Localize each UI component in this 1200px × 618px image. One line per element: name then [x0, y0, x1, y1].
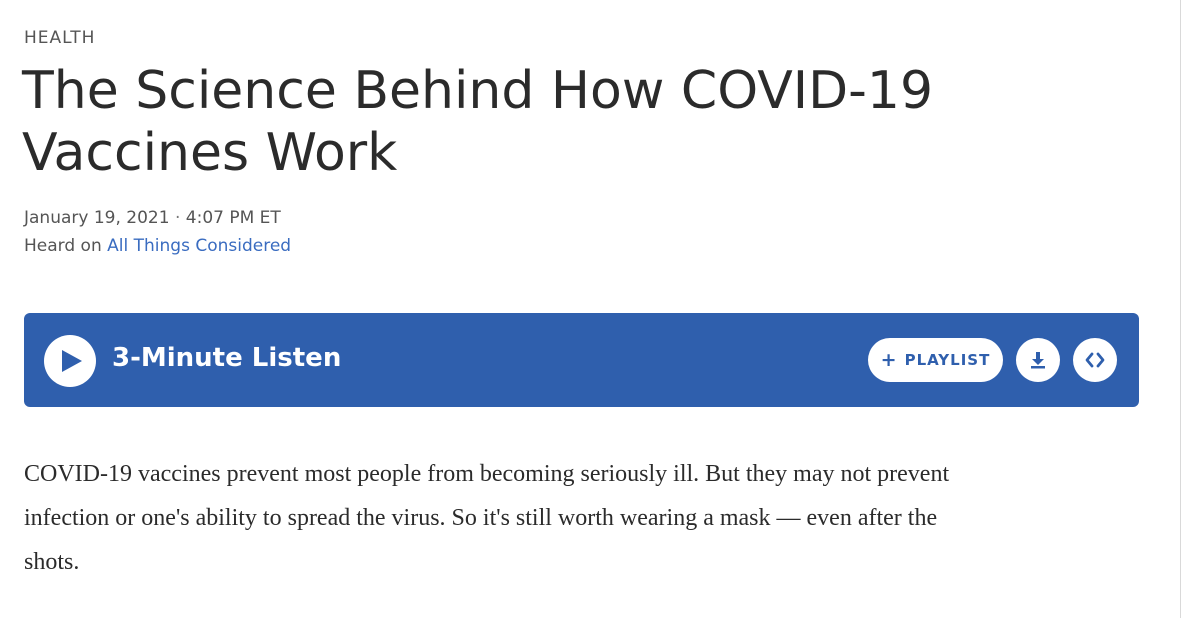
dateline: January 19, 2021 · 4:07 PM ET [24, 204, 291, 232]
publish-time: 4:07 PM ET [185, 208, 281, 228]
play-icon [62, 350, 82, 372]
heard-on: Heard on All Things Considered [24, 232, 291, 260]
download-icon [1031, 352, 1045, 369]
play-button[interactable] [44, 335, 96, 387]
page-edge-divider [1180, 0, 1181, 618]
page-title: The Science Behind How COVID-19 Vaccines… [22, 61, 934, 183]
article-meta: January 19, 2021 · 4:07 PM ET Heard on A… [24, 204, 291, 260]
listen-duration-label: 3-Minute Listen [112, 343, 342, 373]
playlist-label: PLAYLIST [904, 351, 991, 369]
embed-icon [1085, 352, 1105, 368]
add-to-playlist-button[interactable]: + PLAYLIST [868, 338, 1003, 382]
heard-on-label: Heard on [24, 236, 102, 256]
plus-icon: + [880, 348, 898, 371]
publish-date: January 19, 2021 [24, 208, 170, 228]
date-separator: · [174, 208, 181, 228]
embed-button[interactable] [1073, 338, 1117, 382]
download-button[interactable] [1016, 338, 1060, 382]
article-teaser: COVID-19 vaccines prevent most people fr… [24, 461, 950, 575]
program-link[interactable]: All Things Considered [107, 236, 291, 256]
section-label[interactable]: HEALTH [24, 28, 95, 48]
audio-player: 3-Minute Listen + PLAYLIST [24, 313, 1139, 407]
